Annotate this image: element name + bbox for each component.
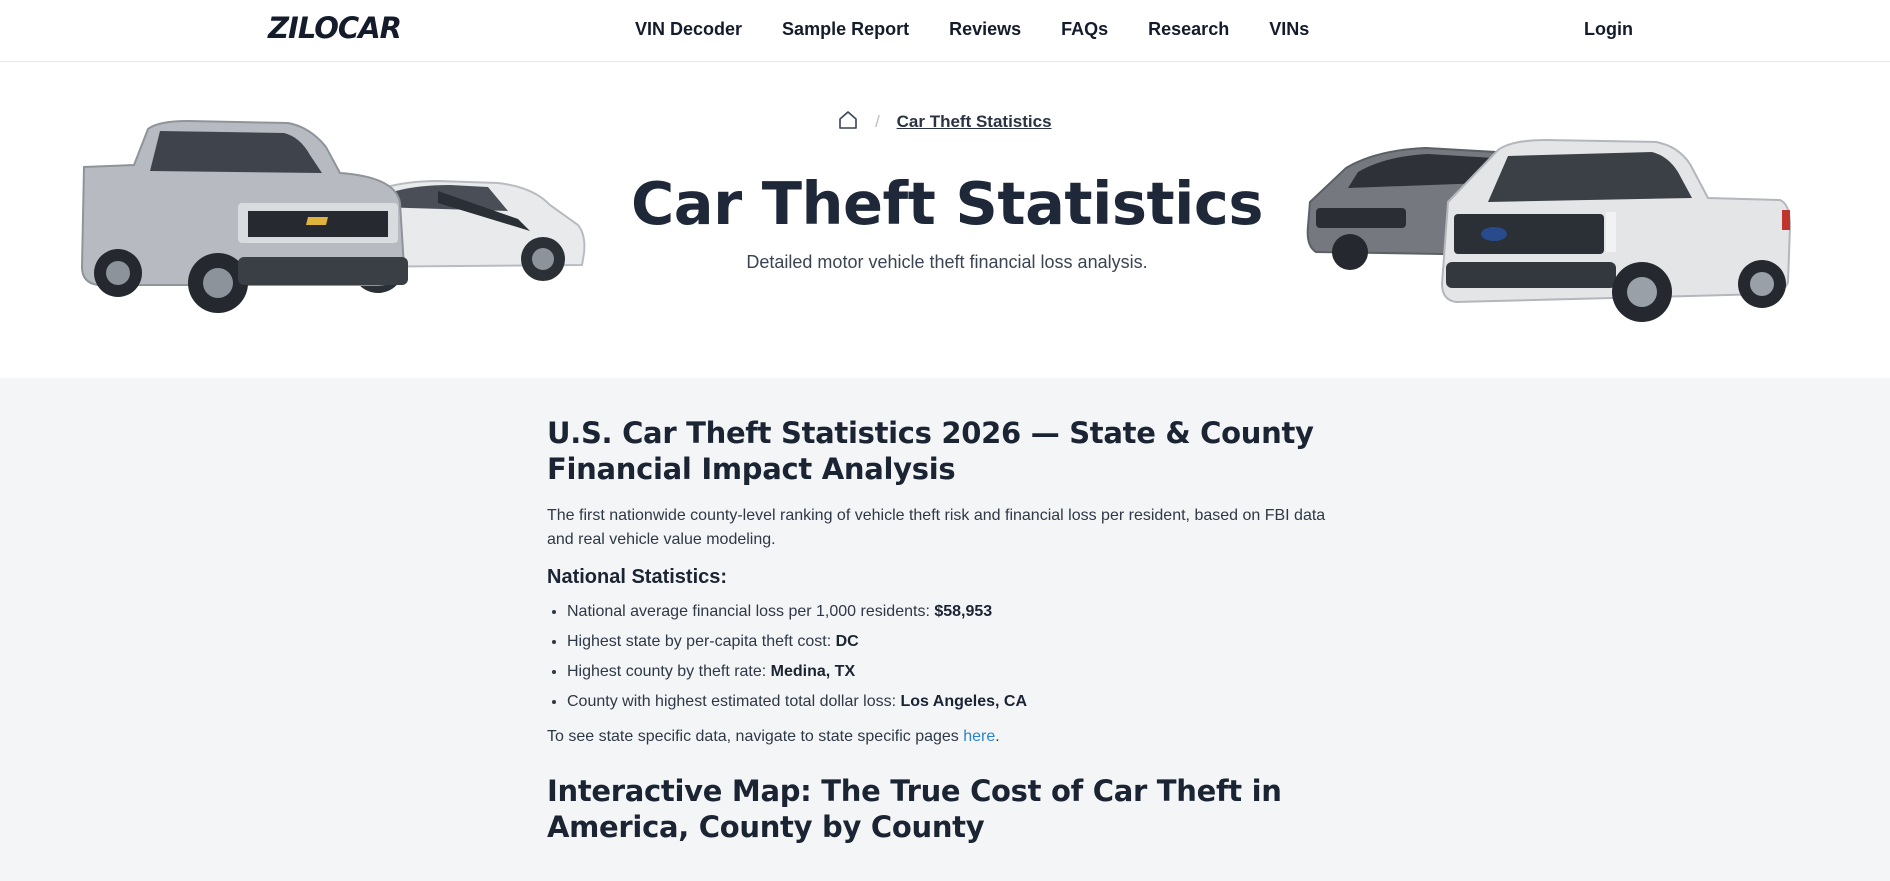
main-nav: VIN Decoder Sample Report Reviews FAQs R…	[635, 19, 1309, 40]
nav-faqs[interactable]: FAQs	[1061, 19, 1108, 40]
interactive-map-heading: Interactive Map: The True Cost of Car Th…	[547, 774, 1282, 844]
home-icon[interactable]	[838, 110, 858, 129]
article-intro: The first nationwide county-level rankin…	[547, 507, 1326, 548]
login-link[interactable]: Login	[1584, 19, 1633, 40]
stat-value: $58,953	[934, 603, 993, 620]
stat-value: Los Angeles, CA	[900, 693, 1028, 710]
hero-section: / Car Theft Statistics Car Theft Statist…	[0, 62, 1890, 378]
state-pages-note: To see state specific data, navigate to …	[547, 728, 1000, 745]
breadcrumb-current[interactable]: Car Theft Statistics	[897, 112, 1052, 131]
national-stats-heading: National Statistics:	[547, 566, 728, 588]
white-pickup-truck-illustration	[1440, 138, 1792, 322]
breadcrumb-separator: /	[875, 112, 880, 131]
list-item: Highest state by per-capita theft cost: …	[567, 627, 1347, 657]
nav-sample-report[interactable]: Sample Report	[782, 19, 909, 40]
zilocar-logo[interactable]: ZILOCAR	[268, 11, 402, 45]
article-content: U.S. Car Theft Statistics 2026 — State &…	[547, 415, 1347, 845]
list-item: Highest county by theft rate: Medina, TX	[567, 657, 1347, 687]
top-navbar: ZILOCAR VIN Decoder Sample Report Review…	[0, 0, 1890, 62]
stat-value: Medina, TX	[770, 663, 856, 680]
nav-vin-decoder[interactable]: VIN Decoder	[635, 19, 742, 40]
nav-research[interactable]: Research	[1148, 19, 1229, 40]
list-item: National average financial loss per 1,00…	[567, 597, 1347, 627]
state-pages-link[interactable]: here	[963, 728, 995, 745]
stat-value: DC	[835, 633, 859, 650]
article-heading: U.S. Car Theft Statistics 2026 — State &…	[547, 416, 1314, 486]
national-stats-list: National average financial loss per 1,00…	[547, 597, 1347, 717]
nav-vins[interactable]: VINs	[1269, 19, 1309, 40]
right-hero-vehicles-image	[1306, 138, 1792, 322]
list-item: County with highest estimated total doll…	[567, 687, 1347, 717]
nav-reviews[interactable]: Reviews	[949, 19, 1021, 40]
